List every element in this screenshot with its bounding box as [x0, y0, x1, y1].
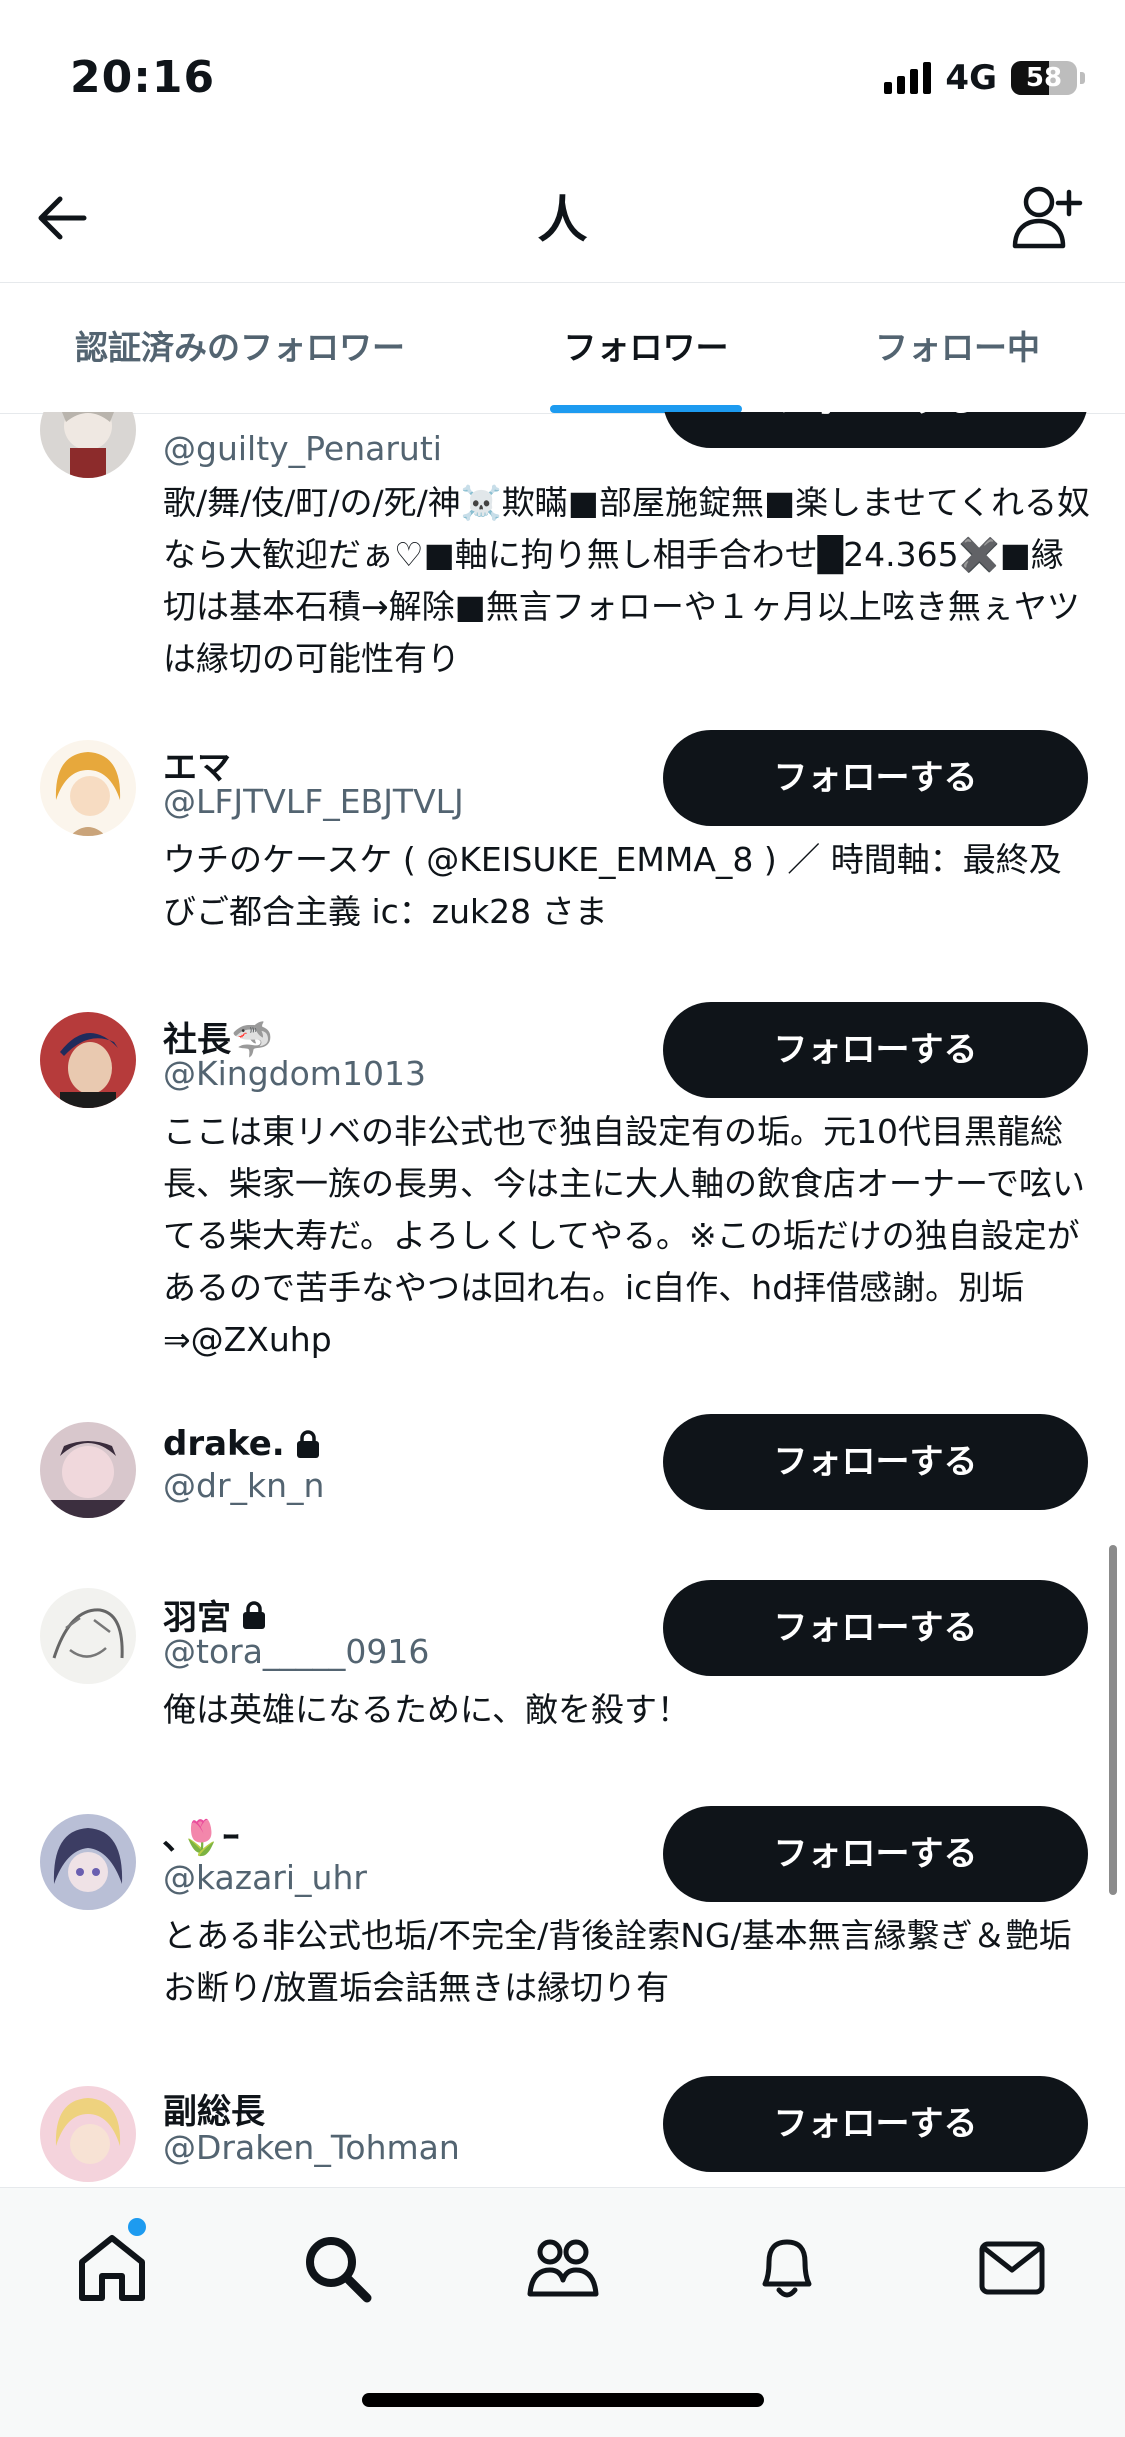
nav-notifications[interactable] [747, 2228, 827, 2308]
status-bar: 20:16 4G 58 [0, 0, 1125, 150]
nav-search[interactable] [297, 2228, 377, 2308]
add-person-button[interactable] [1009, 180, 1085, 256]
list-item[interactable]: 社長🦈 @Kingdom1013 フォローする ここは東リベの非公式也で独自設定… [0, 1002, 1125, 1372]
nav-communities[interactable] [522, 2228, 602, 2308]
user-handle: @Kingdom1013 [163, 1054, 426, 1093]
communities-icon [527, 2239, 599, 2297]
status-time: 20:16 [70, 52, 216, 103]
list-item[interactable]: drake. @dr_kn_n フォローする [0, 1414, 1125, 1554]
tab-followers[interactable]: フォロワー [510, 283, 782, 413]
user-handle: @LFJTVLF_EBJTVLJ [163, 782, 464, 821]
battery-level: 58 [1025, 63, 1063, 93]
user-name-row: ､🌷ｰ [163, 1810, 239, 1859]
user-bio: 俺は英雄になるために、敵を殺す！ [163, 1690, 691, 1729]
signal-icon [884, 62, 932, 94]
user-bio: ウチのケースケ ( @KEISUKE_EMMA_8 ) ／ 時間軸：最終及びご都… [163, 840, 1062, 931]
user-bio: ここは東リベの非公式也で独自設定有の垢。元10代目黒龍総長、柴家一族の長男、今は… [163, 1112, 1086, 1359]
network-label: 4G [945, 58, 997, 98]
list-item[interactable]: 羽宮 @tora_____0916 フォローする 俺は英雄になるために、敵を殺す… [0, 1580, 1125, 1770]
user-name: 副総長 [163, 2092, 265, 2132]
list-item[interactable]: エマ @LFJTVLF_EBJTVLJ フォローする ウチのケースケ ( @KE… [0, 730, 1125, 980]
follow-button[interactable]: フォローする [663, 1806, 1088, 1902]
lock-icon [243, 1600, 265, 1629]
tab-verified-followers[interactable]: 認証済みのフォロワー [55, 283, 425, 413]
battery-tip [1080, 72, 1085, 84]
user-handle: @guilty_Penaruti [163, 429, 442, 468]
avatar[interactable] [40, 2086, 136, 2182]
user-name: drake. [163, 1424, 285, 1464]
user-bio: とある非公式也垢/不完全/背後詮索NG/基本無言縁繋ぎ＆艶垢お断り/放置垢会話無… [163, 1916, 1072, 2007]
page-title: 人 [537, 191, 588, 249]
scrollbar[interactable] [1109, 1545, 1117, 1895]
follow-button[interactable]: フォローする [663, 730, 1088, 826]
follow-button[interactable]: フォローする [663, 2076, 1088, 2172]
user-handle: @dr_kn_n [163, 1466, 325, 1505]
notification-dot [128, 2218, 146, 2236]
search-icon [306, 2237, 372, 2303]
avatar[interactable] [40, 1422, 136, 1518]
follow-button[interactable]: フォローする [663, 1414, 1088, 1510]
tab-following[interactable]: フォロー中 [845, 283, 1070, 413]
user-name-row: drake. [163, 1424, 321, 1464]
tab-bar: 認証済みのフォロワー フォロワー フォロー中 [0, 282, 1125, 414]
avatar[interactable] [40, 412, 136, 478]
follow-button[interactable]: フォローする [663, 412, 1088, 448]
follow-button[interactable]: フォローする [663, 1002, 1088, 1098]
avatar[interactable] [40, 1588, 136, 1684]
add-person-icon [1012, 186, 1083, 249]
user-handle: @kazari_uhr [163, 1858, 367, 1897]
status-indicators: 4G 58 [884, 58, 1085, 98]
follow-button[interactable]: フォローする [663, 1580, 1088, 1676]
user-name: ､🌷ｰ [163, 1818, 240, 1858]
home-icon [79, 2235, 145, 2301]
list-item[interactable]: 副総長 @Draken_Tohman フォローする [0, 2076, 1125, 2187]
user-handle: @tora_____0916 [163, 1632, 430, 1671]
list-item[interactable]: ､🌷ｰ @kazari_uhr フォローする とある非公式也垢/不完全/背後詮索… [0, 1806, 1125, 2056]
avatar[interactable] [40, 1814, 136, 1910]
nav-home[interactable] [72, 2228, 152, 2308]
notifications-icon [762, 2239, 812, 2298]
user-name-row: 副総長 [163, 2084, 265, 2133]
messages-icon [979, 2241, 1045, 2295]
user-bio: 歌/舞/伎/町/の/死/神☠️欺瞞■部屋施錠無■楽しませてくれる奴なら大歓迎だぁ… [163, 483, 1091, 678]
avatar[interactable] [40, 740, 136, 836]
lock-icon [296, 1430, 319, 1458]
avatar[interactable] [40, 1012, 136, 1108]
followers-list: @guilty_Penaruti フォローする 歌/舞/伎/町/の/死/神☠️欺… [0, 412, 1125, 2187]
battery-icon: 58 [1011, 61, 1077, 95]
user-handle: @Draken_Tohman [163, 2128, 460, 2167]
home-indicator [362, 2393, 764, 2407]
nav-messages[interactable] [972, 2228, 1052, 2308]
list-item[interactable]: @guilty_Penaruti フォローする 歌/舞/伎/町/の/死/神☠️欺… [0, 412, 1125, 678]
header: 人 [0, 150, 1125, 282]
